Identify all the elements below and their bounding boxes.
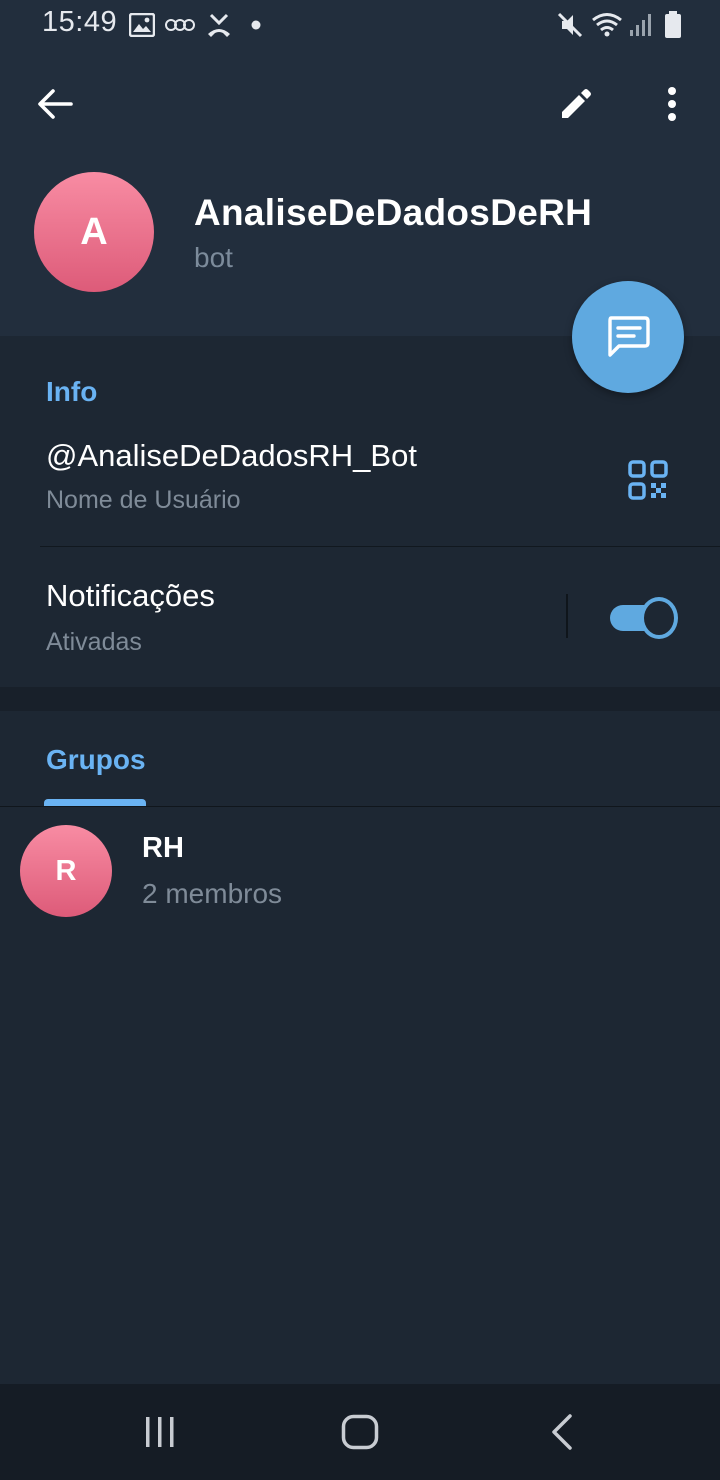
- voicemail-icon: [164, 10, 196, 40]
- group-avatar: R: [20, 825, 112, 917]
- missed-call-icon: [204, 10, 234, 40]
- back-icon: [552, 1414, 572, 1450]
- tab-active-indicator: [44, 799, 146, 806]
- more-vertical-icon: [668, 87, 676, 121]
- home-button[interactable]: [300, 1392, 420, 1472]
- status-bar: 15:49: [0, 0, 720, 52]
- recent-apps-icon: [146, 1417, 174, 1447]
- edit-button[interactable]: [540, 72, 612, 136]
- info-section-title: Info: [46, 376, 98, 407]
- tab-groups[interactable]: Grupos: [46, 744, 146, 776]
- nav-back-button[interactable]: [502, 1392, 622, 1472]
- system-nav-bar: [0, 1384, 720, 1480]
- mute-icon: [556, 10, 584, 40]
- wifi-icon: [590, 10, 624, 40]
- tab-divider: [0, 806, 720, 807]
- group-members: 2 membros: [142, 878, 283, 909]
- signal-icon: [628, 10, 654, 40]
- avatar-letter: A: [80, 210, 108, 253]
- avatar-letter: R: [55, 854, 77, 887]
- message-icon: [608, 316, 650, 357]
- divider: [40, 546, 720, 547]
- notifications-label[interactable]: Notificações: [46, 578, 215, 614]
- toggle-knob: [640, 597, 678, 639]
- group-name: RH: [142, 832, 184, 864]
- battery-icon: [660, 10, 686, 40]
- notifications-status: Ativadas: [46, 628, 142, 656]
- profile-avatar[interactable]: A: [34, 172, 154, 292]
- more-options-button[interactable]: [640, 72, 704, 136]
- profile-name: AnaliseDeDadosDeRH: [194, 192, 593, 233]
- username-label: Nome de Usuário: [46, 486, 241, 514]
- profile-subtitle: bot: [194, 242, 233, 273]
- dot-icon: [248, 10, 264, 40]
- section-gap: [0, 687, 720, 711]
- vertical-divider: [566, 594, 568, 638]
- notifications-toggle[interactable]: [610, 597, 678, 639]
- list-item[interactable]: R RH 2 membros: [0, 812, 720, 928]
- arrow-left-icon: [38, 89, 73, 119]
- qr-code-button[interactable]: [620, 452, 676, 508]
- send-message-button[interactable]: [572, 281, 684, 393]
- gallery-icon: [128, 10, 156, 40]
- status-time: 15:49: [42, 6, 118, 38]
- back-button[interactable]: [20, 72, 90, 136]
- username-value[interactable]: @AnaliseDeDadosRH_Bot: [46, 438, 417, 474]
- qr-code-icon: [628, 460, 668, 500]
- recent-apps-button[interactable]: [100, 1392, 220, 1472]
- pencil-icon: [562, 89, 591, 118]
- home-icon: [341, 1414, 379, 1450]
